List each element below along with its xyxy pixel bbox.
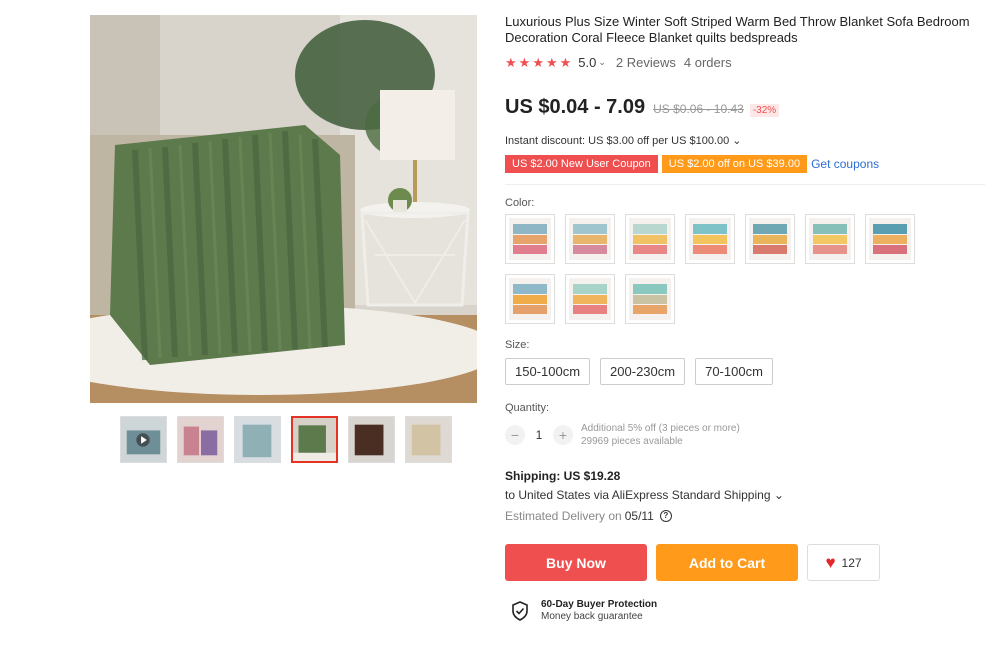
star-icon: ★ [545, 55, 558, 70]
caret-down-icon[interactable]: ⌄ [598, 57, 606, 68]
star-rating: ★ ★ ★ ★ ★ [505, 56, 571, 69]
divider [505, 184, 985, 185]
estimated-delivery-label: Estimated Delivery on [505, 509, 622, 523]
color-swatches [505, 214, 985, 324]
shield-check-icon [512, 600, 528, 621]
protection-subtitle: Money back guarantee [541, 611, 643, 622]
color-swatch[interactable] [565, 274, 615, 324]
thumbnail-image-selected[interactable] [291, 416, 338, 463]
size-option[interactable]: 70-100cm [695, 358, 773, 385]
color-swatch[interactable] [565, 214, 615, 264]
thumbnail-image[interactable] [405, 416, 452, 463]
color-swatch[interactable] [505, 214, 555, 264]
quantity-decrease-button[interactable]: − [505, 425, 525, 445]
instant-discount[interactable]: Instant discount: US $3.00 off per US $1… [505, 134, 985, 147]
purchase-actions: Buy Now Add to Cart ♥ 127 [505, 544, 985, 581]
quantity-note: Additional 5% off (3 pieces or more) 299… [581, 422, 740, 448]
thumbnail-image[interactable] [177, 416, 224, 463]
stock-available: 29969 pieces available [581, 436, 683, 447]
order-coupon[interactable]: US $2.00 off on US $39.00 [661, 155, 808, 173]
thumbnail-image[interactable] [234, 416, 281, 463]
color-swatch[interactable] [505, 274, 555, 324]
color-label: Color: [505, 197, 535, 209]
color-swatch[interactable] [625, 274, 675, 324]
product-info: Luxurious Plus Size Winter Soft Striped … [505, 14, 985, 622]
thumbnail-video[interactable] [120, 416, 167, 463]
add-to-cart-button[interactable]: Add to Cart [656, 544, 798, 581]
main-product-image[interactable] [90, 15, 477, 403]
wishlist-count: 127 [841, 555, 862, 570]
help-icon[interactable]: ? [659, 510, 672, 522]
color-swatch[interactable] [625, 214, 675, 264]
price-row: US $0.04 - 7.09 US $0.06 - 10.43 -32% [505, 96, 985, 119]
thumbnail-image[interactable] [348, 416, 395, 463]
discount-badge: -32% [749, 104, 780, 117]
coupon-row: US $2.00 New User Coupon US $2.00 off on… [505, 155, 985, 173]
buyer-protection: 60-Day Buyer Protection Money back guara… [505, 599, 985, 622]
thumbnail-strip [120, 416, 452, 463]
size-option[interactable]: 150-100cm [505, 358, 591, 385]
size-label: Size: [505, 339, 530, 351]
color-swatch[interactable] [745, 214, 795, 264]
quantity-input[interactable]: 1 [525, 428, 553, 442]
original-price: US $0.06 - 10.43 [653, 102, 744, 116]
star-icon: ★ [532, 55, 544, 70]
orders-count: 4 orders [683, 55, 732, 70]
quantity-increase-button[interactable]: + [553, 425, 573, 445]
quantity-label: Quantity: [505, 402, 550, 414]
shipping-cost: Shipping: US $19.28 [505, 469, 621, 483]
estimated-delivery-date: 05/11 [624, 509, 654, 523]
reviews-link[interactable]: 2 Reviews [616, 55, 676, 70]
color-swatch[interactable] [685, 214, 735, 264]
bulk-discount-note: Additional 5% off (3 pieces or more) [581, 423, 740, 434]
current-price: US $0.04 - 7.09 [505, 96, 646, 118]
get-coupons-link[interactable]: Get coupons [811, 157, 879, 171]
wishlist-button[interactable]: ♥ 127 [807, 544, 880, 581]
new-user-coupon[interactable]: US $2.00 New User Coupon [505, 155, 658, 173]
shipping-destination[interactable]: to United States via AliExpress Standard… [505, 488, 985, 502]
star-icon: ★ [505, 55, 517, 70]
rating-row: ★ ★ ★ ★ ★ 5.0 ⌄ 2 Reviews 4 orders [505, 55, 985, 70]
buy-now-button[interactable]: Buy Now [505, 544, 647, 581]
heart-icon: ♥ [825, 553, 836, 572]
estimated-delivery: Estimated Delivery on 05/11 ? [505, 509, 985, 523]
size-options: 150-100cm 200-230cm 70-100cm [505, 358, 985, 385]
protection-title: 60-Day Buyer Protection [541, 599, 658, 610]
color-swatch[interactable] [805, 214, 855, 264]
size-option[interactable]: 200-230cm [600, 358, 686, 385]
rating-value[interactable]: 5.0 [578, 55, 596, 70]
star-icon: ★ [559, 55, 572, 70]
product-title: Luxurious Plus Size Winter Soft Striped … [505, 14, 970, 45]
quantity-stepper: − 1 + Additional 5% off (3 pieces or mor… [505, 422, 985, 448]
star-icon: ★ [518, 55, 531, 70]
color-swatch[interactable] [865, 214, 915, 264]
